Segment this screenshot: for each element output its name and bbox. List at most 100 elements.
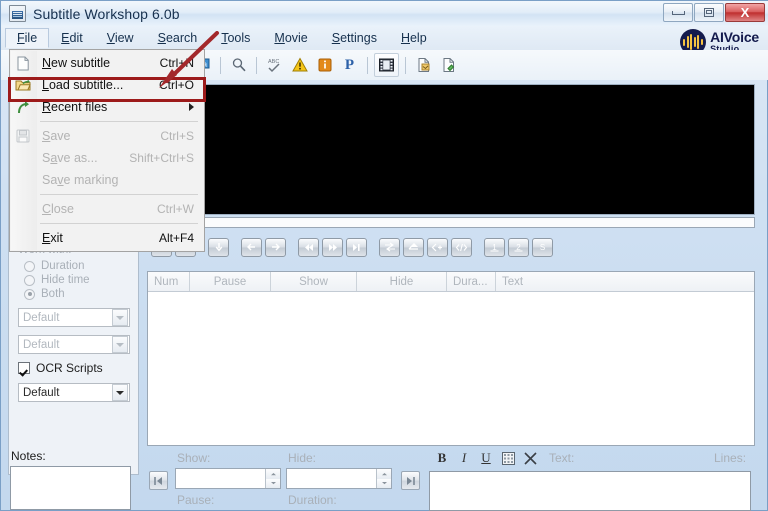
color-button[interactable] [497,449,519,467]
ocr-scripts-combo[interactable]: Default [18,383,130,402]
player-controls: 1 2 S [151,235,755,259]
radio-both[interactable]: Both [24,288,130,300]
seek-bar[interactable] [197,217,755,228]
maximize-icon [704,8,714,17]
italic-button[interactable]: I [453,449,475,467]
menu-edit[interactable]: Edit [49,28,95,48]
window-title: Subtitle Workshop 6.0b [33,5,180,22]
column-header-hide[interactable]: Hide [357,272,447,291]
menu-item-save-label: Save [42,129,71,143]
next-subtitle-button[interactable] [401,471,420,490]
frame-step-button[interactable] [346,237,367,257]
menu-help[interactable]: Help [389,28,439,48]
menu-item-save-as-label: Save as... [42,151,98,165]
hide-label: Hide: [288,451,317,465]
menu-item-save-as: Save as... Shift+Ctrl+S [10,147,204,169]
output-format-value: Default [23,338,60,351]
app-window: Subtitle Workshop 6.0b X File Edit View … [0,0,768,511]
radio-hide-time-icon [24,274,35,286]
warning-icon[interactable] [288,54,311,76]
menu-file[interactable]: File [5,28,50,48]
marker-s-button[interactable]: S [532,237,553,257]
column-header-num[interactable]: Num [148,272,190,291]
save-project-icon[interactable] [437,54,460,76]
hide-spinner[interactable] [376,469,391,488]
next-subtitle-button[interactable] [265,237,286,257]
menu-item-close: Close Ctrl+W [10,198,204,220]
open-project-icon[interactable] [412,54,435,76]
pascal-icon[interactable]: P [338,54,361,76]
show-label: Show: [177,451,211,465]
maximize-button[interactable] [694,3,724,22]
previous-subtitle-button[interactable] [149,471,168,490]
menu-view[interactable]: View [95,28,146,48]
rewind-button[interactable] [298,237,319,257]
input-format-combo[interactable]: Default [18,308,130,327]
brand-name: AIVoice [710,29,759,45]
menu-item-save-marking: Save marking [10,169,204,191]
info-icon[interactable] [313,54,336,76]
menu-item-save: Save Ctrl+S [10,125,204,147]
show-spinner[interactable] [265,469,280,488]
marker-1-button[interactable]: 1 [484,237,505,257]
text-label: Text: [549,451,575,465]
column-header-text[interactable]: Text [496,272,751,291]
recent-arrow-icon [10,100,36,115]
ocr-scripts-checkbox[interactable]: OCR Scripts [18,361,130,375]
radio-duration-icon [24,260,35,272]
set-show-time-button[interactable] [379,237,400,257]
menu-item-load-subtitle[interactable]: Load subtitle... Ctrl+O [10,74,204,96]
marker-2-button[interactable]: 2 [508,237,529,257]
lines-label: Lines: [714,451,747,465]
movie-icon[interactable] [374,53,399,77]
menu-item-exit-label: Exit [42,231,63,245]
hide-time-input[interactable] [286,468,392,489]
show-time-input[interactable] [175,468,281,489]
menu-item-new-subtitle-label: New subtitle [42,56,111,70]
radio-both-label: Both [41,288,65,300]
pause-label: Pause: [177,493,215,507]
menu-item-recent-files-label: Recent files [42,100,108,114]
menu-tools[interactable]: Tools [209,28,262,48]
chevron-down-icon [112,309,128,326]
menu-item-save-shortcut: Ctrl+S [160,129,194,143]
video-preview[interactable] [197,84,755,215]
forward-button[interactable] [322,237,343,257]
menu-item-save-marking-label: Save marking [42,173,119,187]
menu-item-load-subtitle-shortcut: Ctrl+O [158,78,194,92]
radio-duration[interactable]: Duration [24,260,130,272]
file-menu-dropdown: New subtitle Ctrl+N Load subtitle... Ctr… [9,49,205,252]
spellcheck-icon[interactable]: ABC [263,54,286,76]
column-header-duration[interactable]: Dura... [447,272,496,291]
bold-button[interactable]: B [431,449,453,467]
notes-textarea[interactable] [10,466,131,510]
menu-item-recent-files[interactable]: Recent files [10,96,204,118]
column-header-pause[interactable]: Pause [190,272,271,291]
subtitle-text-editor[interactable] [429,471,751,511]
column-header-show[interactable]: Show [271,272,357,291]
radio-hide-time-label: Hide time [41,274,90,286]
text-format-toolbar: B I U Text: [431,449,575,467]
menu-separator [40,121,198,122]
search-icon[interactable] [227,54,250,76]
menu-item-new-subtitle[interactable]: New subtitle Ctrl+N [10,52,204,74]
radio-hide-time[interactable]: Hide time [24,274,130,286]
move-down-button[interactable] [208,237,229,257]
menu-movie[interactable]: Movie [262,28,319,48]
set-hide-time-button[interactable] [403,237,424,257]
minimize-button[interactable] [663,3,693,22]
prev-subtitle-button[interactable] [241,237,262,257]
output-format-combo[interactable]: Default [18,335,130,354]
subtitle-list[interactable]: Num Pause Show Hide Dura... Text [147,271,755,446]
radio-duration-label: Duration [41,260,85,272]
underline-button[interactable]: U [475,449,497,467]
checkbox-checked-icon [18,362,30,374]
menu-search[interactable]: Search [146,28,210,48]
menu-settings[interactable]: Settings [320,28,389,48]
add-subtitle-button[interactable] [427,237,448,257]
menu-item-exit[interactable]: Exit Alt+F4 [10,227,204,249]
code-tags-button[interactable] [451,237,472,257]
app-document-icon [9,5,26,22]
clear-format-button[interactable] [519,449,541,467]
close-button[interactable]: X [725,3,765,22]
